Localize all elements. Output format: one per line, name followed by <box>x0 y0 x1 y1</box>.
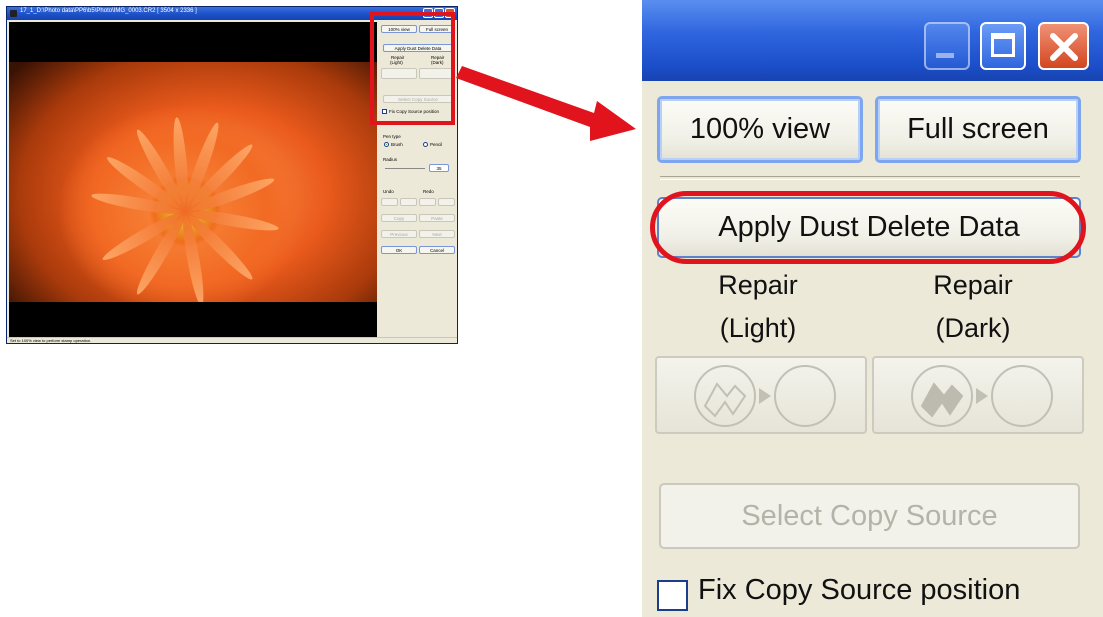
window-title: 17_1_D:\Photo data\PP6\b5\Photo\IMG_0003… <box>20 8 197 14</box>
ok-button[interactable]: OK <box>381 246 417 254</box>
maximize-button[interactable] <box>980 22 1026 70</box>
apply-dust-delete-button[interactable]: Apply Dust Delete Data <box>657 197 1081 258</box>
repair-light-button[interactable] <box>655 356 867 434</box>
close-button[interactable] <box>1038 22 1089 70</box>
next-button[interactable]: Next <box>419 230 455 238</box>
image-preview[interactable] <box>9 22 377 340</box>
zoomed-panel: 100% view Full screen Apply Dust Delete … <box>642 0 1103 617</box>
repair-light-label: Repair <box>718 270 798 300</box>
full-screen-button[interactable]: Full screen <box>875 96 1081 163</box>
paste-button[interactable]: Paste <box>419 214 455 222</box>
radius-input[interactable]: 35 <box>429 164 449 172</box>
undo-label: Undo <box>383 189 394 194</box>
zoom-titlebar <box>642 0 1103 81</box>
fix-copy-source-checkbox[interactable] <box>657 580 688 611</box>
highlight-box <box>370 12 455 125</box>
pen-type-label: Pen type <box>383 134 401 139</box>
status-bar: Set to 100% view to perform stamp operat… <box>7 337 457 343</box>
copy-button[interactable]: Copy <box>381 214 417 222</box>
undo-button[interactable] <box>400 198 417 206</box>
redo-button[interactable] <box>419 198 436 206</box>
brush-radio[interactable] <box>384 142 389 147</box>
pencil-radio[interactable] <box>423 142 428 147</box>
repair-dark-sub: (Dark) <box>935 313 1011 343</box>
radius-label: Radius <box>383 157 398 162</box>
repair-dark-label: Repair <box>933 270 1013 300</box>
redo-all-button[interactable] <box>438 198 455 206</box>
brush-label: Brush <box>391 142 403 147</box>
flower-photo <box>9 62 377 302</box>
select-copy-source-button[interactable]: Select Copy Source <box>659 483 1080 549</box>
view-100-button[interactable]: 100% view <box>657 96 863 163</box>
repair-light-icon <box>694 365 836 427</box>
close-icon <box>1050 33 1078 61</box>
minimize-button[interactable] <box>924 22 970 70</box>
previous-button[interactable]: Previous <box>381 230 417 238</box>
radius-slider[interactable] <box>385 168 425 169</box>
separator <box>660 176 1080 180</box>
repair-light-sub: (Light) <box>719 313 797 343</box>
repair-dark-button[interactable] <box>872 356 1084 434</box>
pencil-label: Pencil <box>430 142 443 147</box>
repair-dark-icon <box>911 365 1053 427</box>
cancel-button[interactable]: Cancel <box>419 246 455 254</box>
undo-all-button[interactable] <box>381 198 398 206</box>
fix-copy-source-label: Fix Copy Source position <box>698 574 1021 606</box>
redo-label: Redo <box>423 189 434 194</box>
app-icon <box>10 10 17 17</box>
